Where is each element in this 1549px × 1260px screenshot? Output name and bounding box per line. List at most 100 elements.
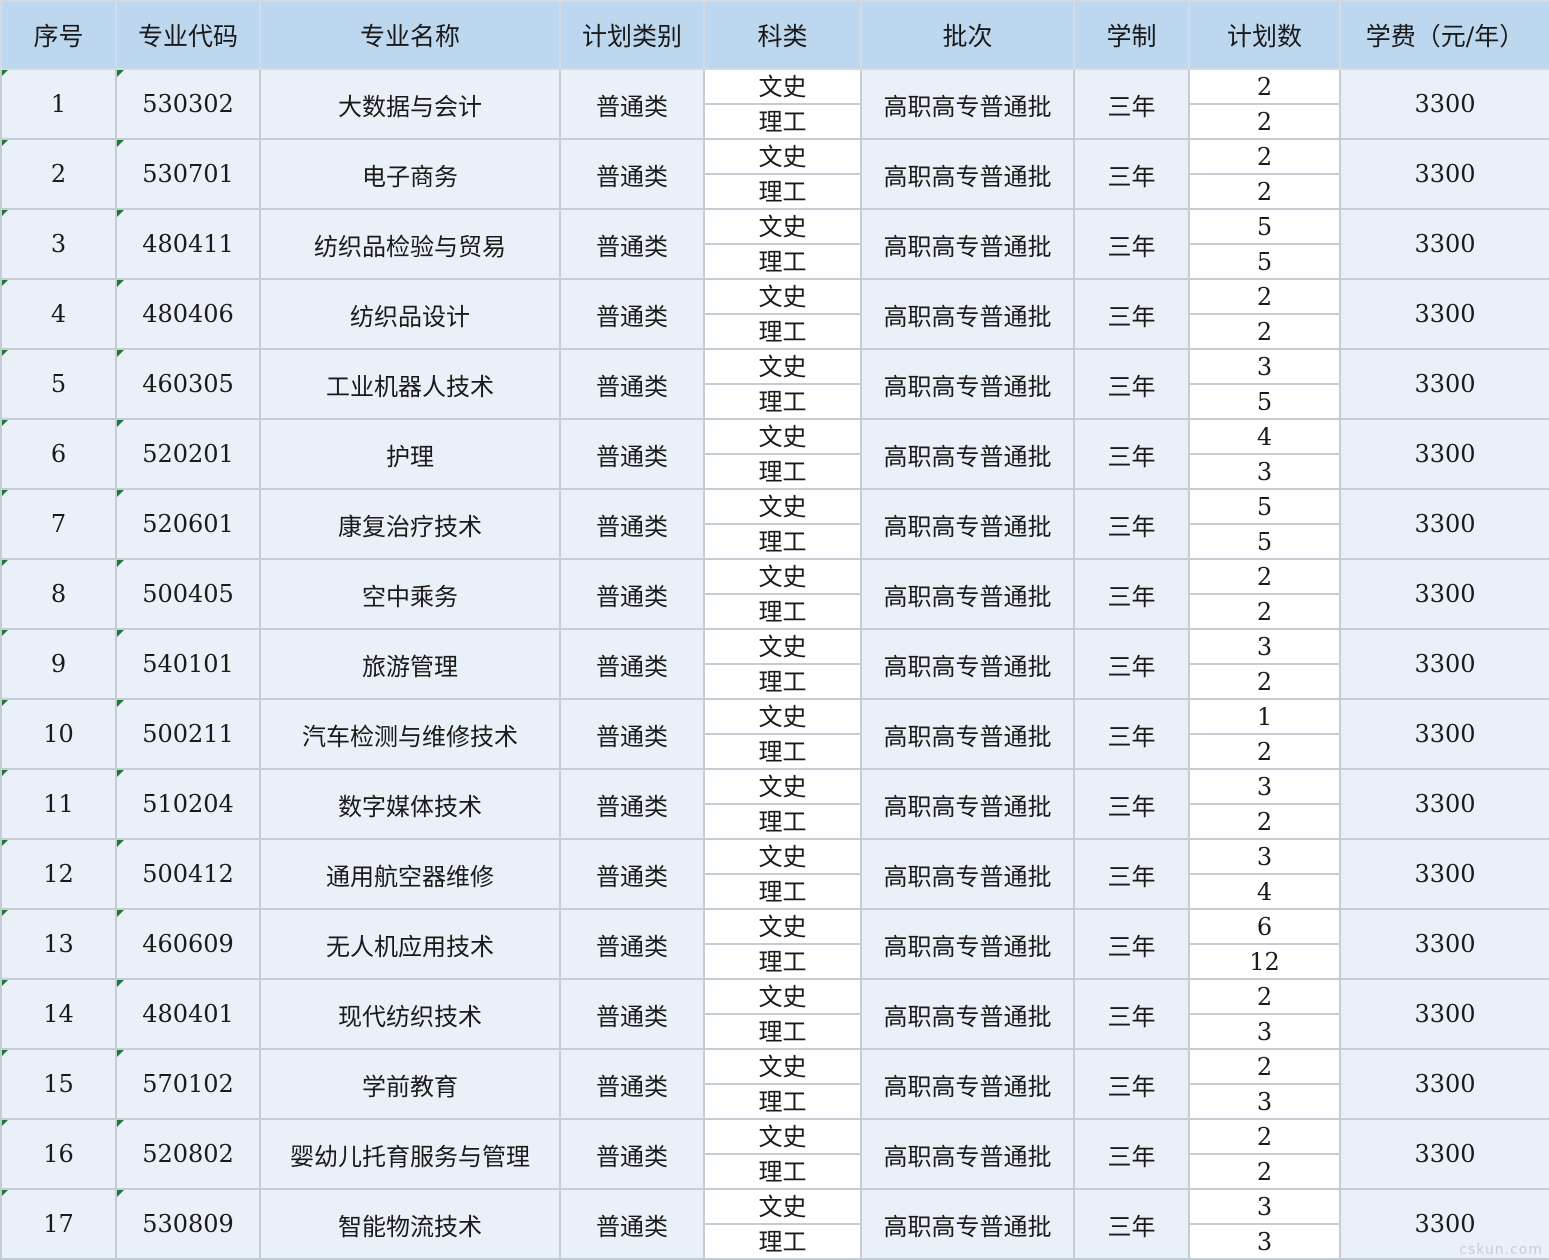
cell-fee[interactable]: 3300 [1339,138,1549,210]
cell-seq[interactable]: 2 [0,138,117,210]
cell-count-arts[interactable]: 2 [1188,138,1341,175]
cell-years[interactable]: 三年 [1073,558,1190,630]
cell-count-science[interactable]: 5 [1188,243,1341,280]
cell-major-name[interactable]: 纺织品检验与贸易 [259,208,561,280]
header-years[interactable]: 学制 [1073,0,1190,70]
cell-plan-type[interactable]: 普通类 [559,278,705,350]
cell-subject-arts[interactable]: 文史 [703,418,862,455]
cell-major-name[interactable]: 康复治疗技术 [259,488,561,560]
cell-count-arts[interactable]: 6 [1188,908,1341,945]
cell-plan-type[interactable]: 普通类 [559,418,705,490]
cell-subject-science[interactable]: 理工 [703,243,862,280]
cell-count-arts[interactable]: 5 [1188,208,1341,245]
cell-fee[interactable]: 3300 [1339,278,1549,350]
cell-subject-science[interactable]: 理工 [703,383,862,420]
cell-major-name[interactable]: 婴幼儿托育服务与管理 [259,1118,561,1190]
cell-subject-arts[interactable]: 文史 [703,208,862,245]
cell-subject-science[interactable]: 理工 [703,173,862,210]
cell-batch[interactable]: 高职高专普通批 [860,138,1075,210]
cell-subject-arts[interactable]: 文史 [703,488,862,525]
cell-code[interactable]: 520601 [115,488,261,560]
cell-count-science[interactable]: 4 [1188,873,1341,910]
cell-years[interactable]: 三年 [1073,908,1190,980]
cell-batch[interactable]: 高职高专普通批 [860,1118,1075,1190]
cell-seq[interactable]: 15 [0,1048,117,1120]
cell-fee[interactable]: 3300 [1339,558,1549,630]
cell-count-science[interactable]: 3 [1188,1013,1341,1050]
cell-years[interactable]: 三年 [1073,208,1190,280]
cell-count-science[interactable]: 2 [1188,173,1341,210]
cell-count-arts[interactable]: 3 [1188,348,1341,385]
cell-code[interactable]: 460609 [115,908,261,980]
cell-seq[interactable]: 5 [0,348,117,420]
cell-major-name[interactable]: 学前教育 [259,1048,561,1120]
cell-years[interactable]: 三年 [1073,1188,1190,1260]
cell-subject-arts[interactable]: 文史 [703,348,862,385]
cell-batch[interactable]: 高职高专普通批 [860,768,1075,840]
header-fee[interactable]: 学费（元/年） [1339,0,1549,70]
cell-years[interactable]: 三年 [1073,838,1190,910]
cell-fee[interactable]: 3300 [1339,488,1549,560]
cell-fee[interactable]: 3300 [1339,628,1549,700]
cell-subject-arts[interactable]: 文史 [703,908,862,945]
cell-seq[interactable]: 12 [0,838,117,910]
cell-years[interactable]: 三年 [1073,768,1190,840]
cell-code[interactable]: 500405 [115,558,261,630]
cell-count-science[interactable]: 2 [1188,663,1341,700]
cell-batch[interactable]: 高职高专普通批 [860,348,1075,420]
cell-subject-science[interactable]: 理工 [703,733,862,770]
cell-count-arts[interactable]: 3 [1188,768,1341,805]
cell-subject-arts[interactable]: 文史 [703,1048,862,1085]
cell-count-science[interactable]: 5 [1188,383,1341,420]
cell-subject-science[interactable]: 理工 [703,1153,862,1190]
cell-count-science[interactable]: 2 [1188,103,1341,140]
cell-years[interactable]: 三年 [1073,978,1190,1050]
cell-major-name[interactable]: 旅游管理 [259,628,561,700]
cell-count-arts[interactable]: 2 [1188,278,1341,315]
cell-major-name[interactable]: 智能物流技术 [259,1188,561,1260]
cell-plan-type[interactable]: 普通类 [559,1048,705,1120]
cell-major-name[interactable]: 通用航空器维修 [259,838,561,910]
cell-major-name[interactable]: 汽车检测与维修技术 [259,698,561,770]
cell-count-science[interactable]: 3 [1188,453,1341,490]
cell-batch[interactable]: 高职高专普通批 [860,978,1075,1050]
cell-subject-arts[interactable]: 文史 [703,558,862,595]
cell-count-science[interactable]: 2 [1188,1153,1341,1190]
cell-subject-science[interactable]: 理工 [703,103,862,140]
cell-batch[interactable]: 高职高专普通批 [860,68,1075,140]
cell-seq[interactable]: 16 [0,1118,117,1190]
cell-count-science[interactable]: 3 [1188,1223,1341,1260]
cell-subject-science[interactable]: 理工 [703,313,862,350]
cell-plan-type[interactable]: 普通类 [559,208,705,280]
cell-code[interactable]: 500211 [115,698,261,770]
cell-seq[interactable]: 13 [0,908,117,980]
cell-subject-science[interactable]: 理工 [703,873,862,910]
cell-count-science[interactable]: 2 [1188,593,1341,630]
cell-major-name[interactable]: 护理 [259,418,561,490]
cell-plan-type[interactable]: 普通类 [559,978,705,1050]
cell-major-name[interactable]: 工业机器人技术 [259,348,561,420]
cell-count-arts[interactable]: 1 [1188,698,1341,735]
cell-major-name[interactable]: 数字媒体技术 [259,768,561,840]
cell-seq[interactable]: 8 [0,558,117,630]
cell-seq[interactable]: 9 [0,628,117,700]
cell-major-name[interactable]: 大数据与会计 [259,68,561,140]
cell-count-arts[interactable]: 2 [1188,558,1341,595]
cell-subject-science[interactable]: 理工 [703,593,862,630]
cell-code[interactable]: 570102 [115,1048,261,1120]
cell-plan-type[interactable]: 普通类 [559,68,705,140]
cell-fee[interactable]: 3300 [1339,978,1549,1050]
cell-batch[interactable]: 高职高专普通批 [860,1188,1075,1260]
cell-years[interactable]: 三年 [1073,628,1190,700]
cell-batch[interactable]: 高职高专普通批 [860,838,1075,910]
cell-seq[interactable]: 17 [0,1188,117,1260]
cell-subject-arts[interactable]: 文史 [703,628,862,665]
cell-subject-arts[interactable]: 文史 [703,1188,862,1225]
cell-years[interactable]: 三年 [1073,278,1190,350]
cell-batch[interactable]: 高职高专普通批 [860,1048,1075,1120]
cell-code[interactable]: 530701 [115,138,261,210]
cell-code[interactable]: 480411 [115,208,261,280]
cell-code[interactable]: 460305 [115,348,261,420]
cell-years[interactable]: 三年 [1073,1118,1190,1190]
cell-plan-type[interactable]: 普通类 [559,838,705,910]
